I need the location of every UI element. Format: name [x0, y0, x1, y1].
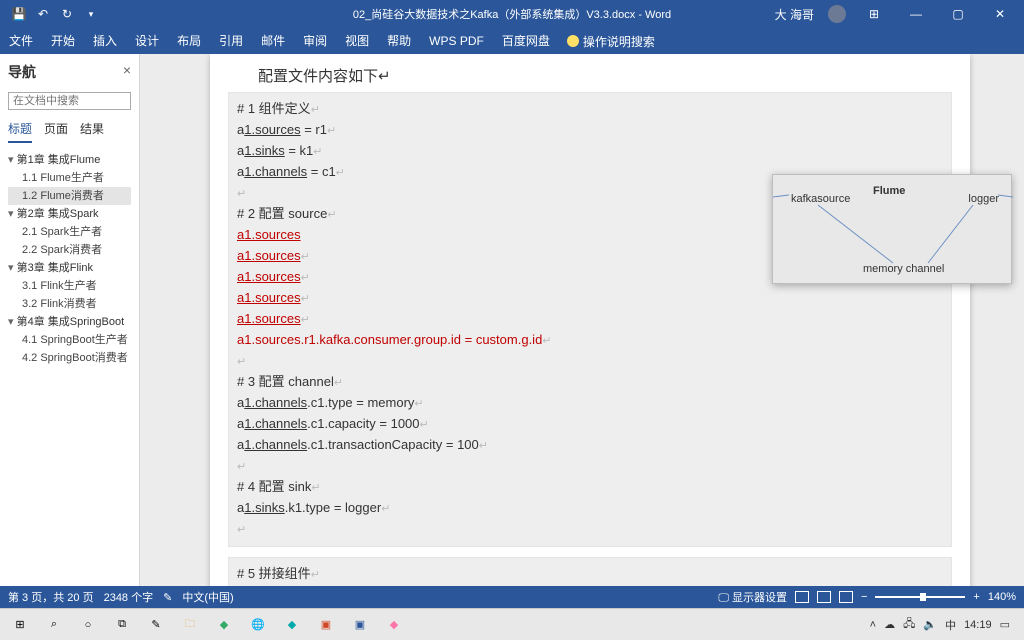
window-title: 02_尚硅谷大数据技术之Kafka（外部系统集成）V3.3.docx - Wor… — [353, 6, 671, 22]
view-read-icon[interactable] — [817, 591, 831, 603]
word-icon[interactable]: ▣ — [346, 613, 374, 637]
undo-icon[interactable]: ↶ — [36, 7, 50, 21]
save-icon[interactable]: 💾 — [12, 7, 26, 21]
app-icon-3[interactable]: ◆ — [380, 613, 408, 637]
diagram-logger: logger — [968, 193, 999, 205]
nav-item[interactable]: 2.1 Spark生产者 — [8, 223, 131, 241]
app-icon-2[interactable]: ◆ — [278, 613, 306, 637]
ribbon-tab[interactable]: 开始 — [42, 28, 84, 54]
tell-me-icon — [567, 35, 579, 47]
tray-onedrive-icon[interactable]: ☁ — [884, 618, 895, 631]
ribbon-tab[interactable]: 帮助 — [378, 28, 420, 54]
redo-icon[interactable]: ↻ — [60, 7, 74, 21]
cortana-icon[interactable]: ○ — [74, 613, 102, 637]
user-name[interactable]: 大 海哥 — [775, 6, 814, 23]
nav-search-input[interactable] — [8, 92, 131, 110]
spell-icon[interactable]: ✎ — [163, 591, 172, 604]
ribbon-tab[interactable]: 设计 — [126, 28, 168, 54]
nav-tab-results[interactable]: 结果 — [80, 120, 104, 143]
code-block-1: # 1 组件定义 a1.sources = r1 a1.sinks = k1 a… — [228, 92, 952, 547]
nav-heading[interactable]: 第2章 集成Spark — [8, 205, 131, 223]
nav-heading[interactable]: 第1章 集成Flume — [8, 151, 131, 169]
tray-ime-icon[interactable]: 中 — [945, 617, 956, 633]
tell-me[interactable]: 操作说明搜索 — [583, 33, 655, 50]
ribbon-tab[interactable]: 百度网盘 — [493, 28, 559, 54]
ribbon-options-icon[interactable]: ⊞ — [860, 7, 888, 21]
nav-subtabs: 标题 页面 结果 — [8, 120, 131, 143]
ribbon-tab[interactable]: 文件 — [0, 28, 42, 54]
qat-more-icon[interactable]: ▾ — [84, 7, 98, 21]
taskview-icon[interactable]: ⧉ — [108, 613, 136, 637]
nav-item[interactable]: 1.1 Flume生产者 — [8, 169, 131, 187]
brush-icon[interactable]: ✎ — [142, 613, 170, 637]
nav-item[interactable]: 4.2 SpringBoot消费者 — [8, 349, 131, 367]
tray-time[interactable]: 14:19 — [964, 619, 992, 631]
zoom-value[interactable]: 140% — [988, 591, 1016, 603]
avatar[interactable] — [828, 5, 846, 23]
view-web-icon[interactable] — [839, 591, 853, 603]
status-words[interactable]: 2348 个字 — [104, 589, 154, 605]
tray-net-icon[interactable]: 🖧 — [903, 615, 915, 634]
nav-item[interactable]: 4.1 SpringBoot生产者 — [8, 331, 131, 349]
search-icon[interactable]: ⌕ — [40, 613, 68, 637]
nav-title: 导航 — [8, 62, 131, 82]
powerpoint-icon[interactable]: ▣ — [312, 613, 340, 637]
view-print-icon[interactable] — [795, 591, 809, 603]
tray-vol-icon[interactable]: 🔈 — [923, 618, 937, 631]
nav-tab-pages[interactable]: 页面 — [44, 120, 68, 143]
ribbon-tab[interactable]: 布局 — [168, 28, 210, 54]
zoom-slider[interactable] — [875, 596, 965, 598]
section-heading: 配置文件内容如下↵ — [228, 65, 952, 86]
nav-item[interactable]: 3.1 Flink生产者 — [8, 277, 131, 295]
nav-item[interactable]: 2.2 Spark消费者 — [8, 241, 131, 259]
ribbon-tab[interactable]: 视图 — [336, 28, 378, 54]
ribbon-tab[interactable]: 审阅 — [294, 28, 336, 54]
start-icon[interactable]: ⊞ — [6, 613, 34, 637]
nav-item[interactable]: 3.2 Flink消费者 — [8, 295, 131, 313]
minimize-button[interactable]: — — [902, 7, 930, 21]
nav-heading[interactable]: 第4章 集成SpringBoot — [8, 313, 131, 331]
status-lang[interactable]: 中文(中国) — [182, 589, 233, 605]
nav-item[interactable]: 1.2 Flume消费者 — [8, 187, 131, 205]
tray-notif-icon[interactable]: ▭ — [1000, 618, 1010, 631]
ribbon-tab[interactable]: 插入 — [84, 28, 126, 54]
ribbon-tab[interactable]: 邮件 — [252, 28, 294, 54]
display-settings[interactable]: 🖵 显示器设置 — [718, 589, 787, 605]
zoom-out-icon[interactable]: − — [861, 591, 867, 603]
code-block-2: # 5 拼接组件 a1.sources.r1.channels = c1 a1.… — [228, 557, 952, 586]
tray-up-icon[interactable]: ˄ — [870, 619, 876, 631]
ribbon-tab[interactable]: WPS PDF — [420, 28, 493, 54]
close-button[interactable]: ✕ — [986, 7, 1014, 21]
maximize-button[interactable]: ▢ — [944, 7, 972, 21]
nav-heading[interactable]: 第3章 集成Flink — [8, 259, 131, 277]
app-icon-1[interactable]: ◆ — [210, 613, 238, 637]
chrome-icon[interactable]: 🌐 — [244, 613, 272, 637]
diagram-title: Flume — [873, 185, 905, 197]
explorer-icon[interactable]: 🗀 — [176, 613, 204, 637]
status-page[interactable]: 第 3 页，共 20 页 — [8, 589, 94, 605]
zoom-in-icon[interactable]: + — [973, 591, 979, 603]
ribbon-tab[interactable]: 引用 — [210, 28, 252, 54]
floating-diagram[interactable]: Flume kafkasource logger memory channel — [772, 174, 1012, 284]
diagram-kafkasource: kafkasource — [791, 193, 850, 205]
diagram-memory: memory channel — [863, 263, 944, 275]
nav-close-icon[interactable]: × — [123, 62, 131, 78]
nav-tab-headings[interactable]: 标题 — [8, 120, 32, 143]
